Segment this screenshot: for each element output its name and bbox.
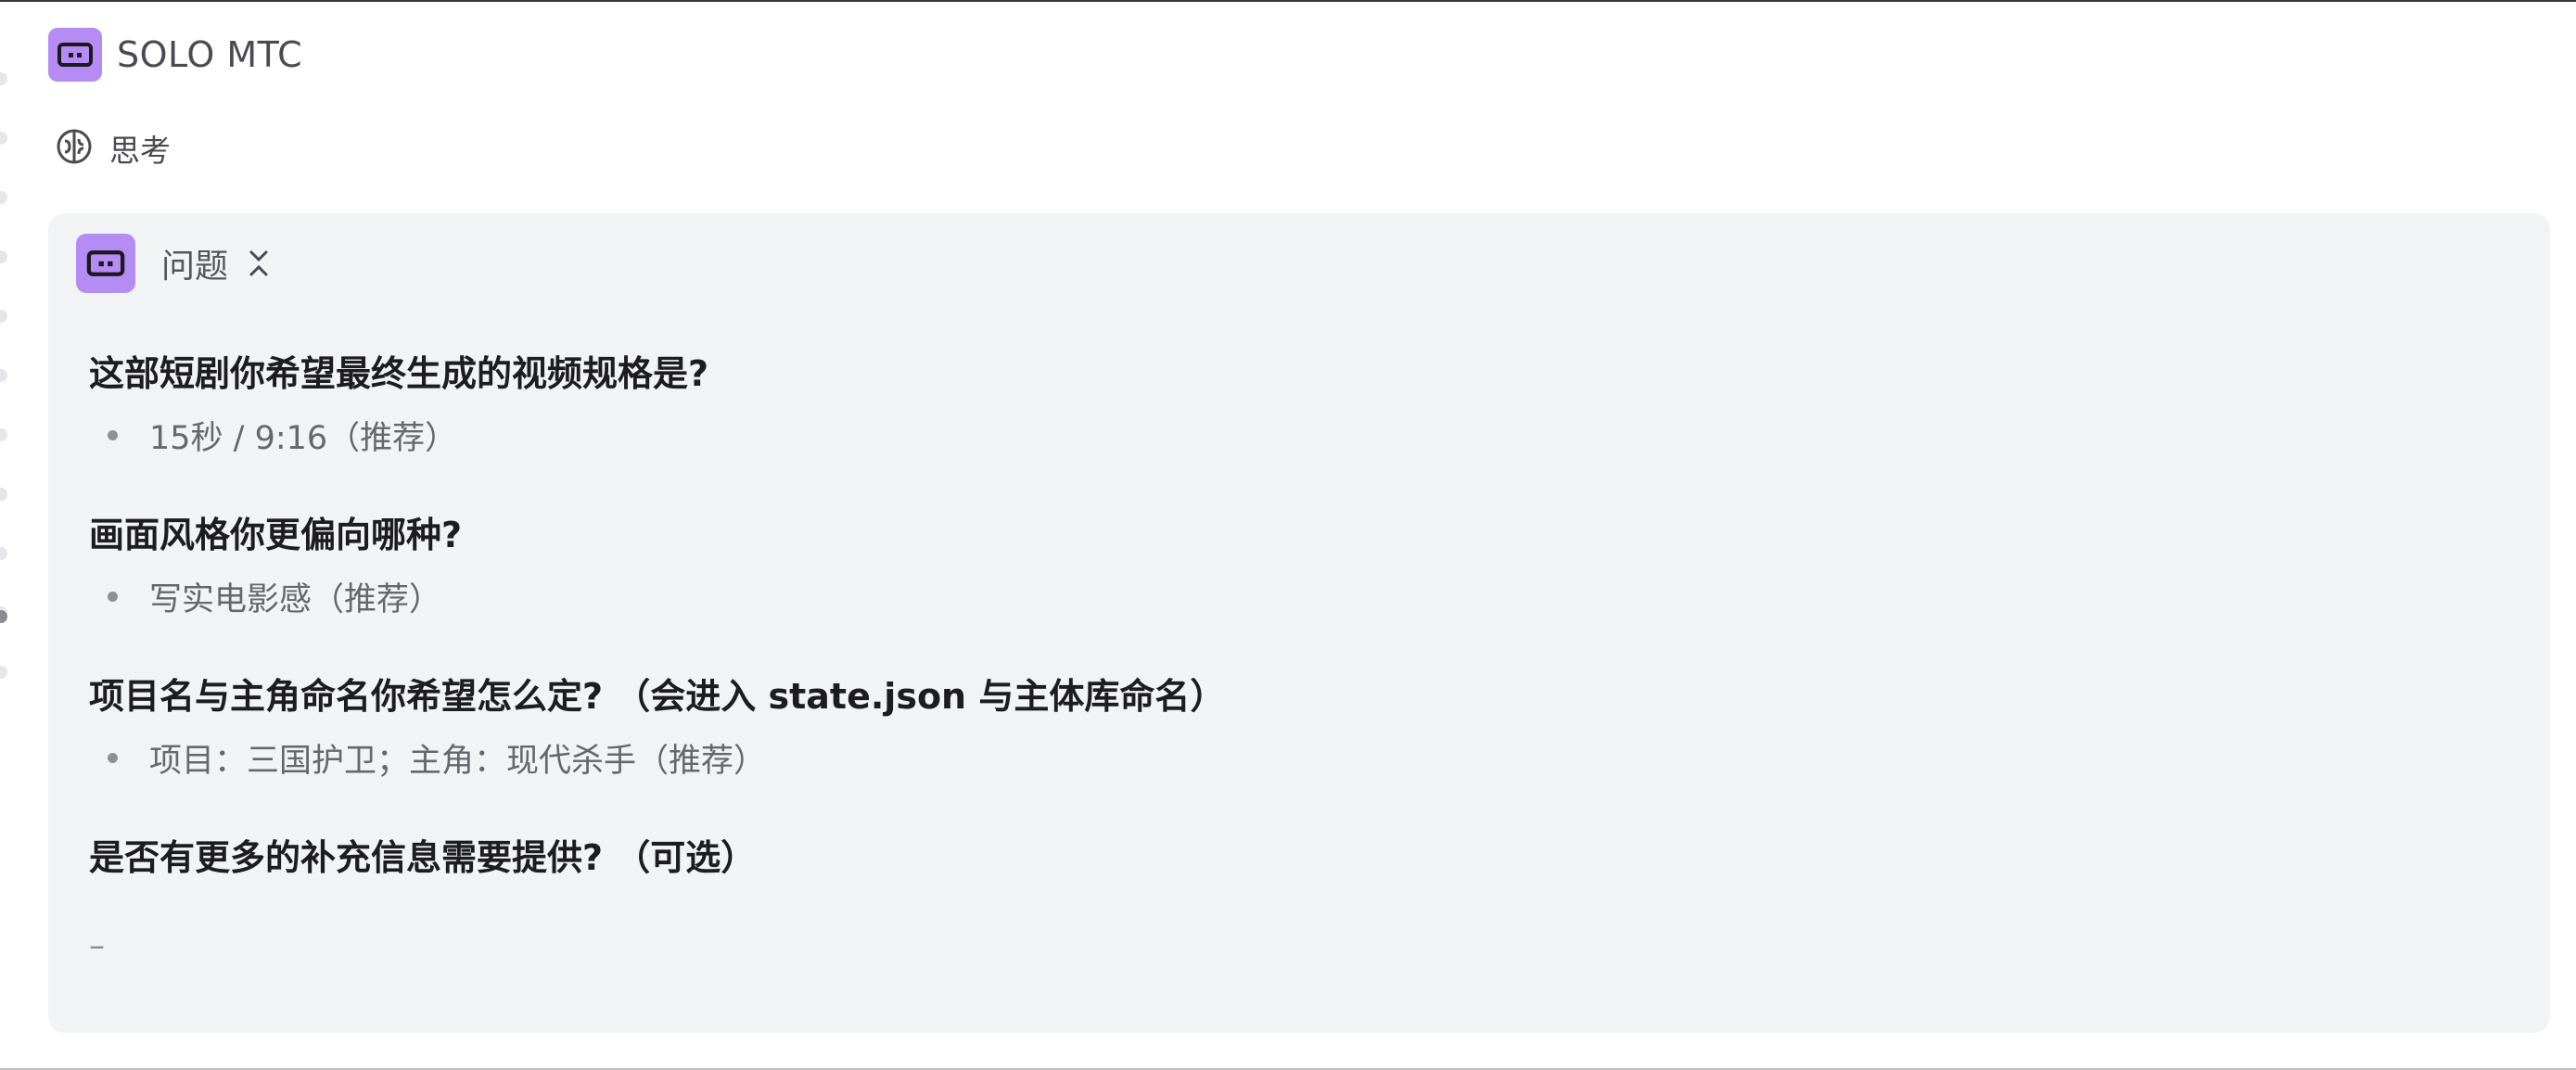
answer-option[interactable]: 15秒 / 9:16（推荐） <box>108 404 2500 465</box>
timeline-dot[interactable] <box>0 310 7 323</box>
timeline-dot-active[interactable] <box>0 610 7 623</box>
timeline-dot[interactable] <box>0 428 7 441</box>
timeline-dot[interactable] <box>0 132 7 145</box>
bullet-icon <box>108 591 118 602</box>
agent-header: SOLO MTC <box>48 28 302 82</box>
answer-option[interactable]: 项目：三国护卫；主角：现代杀手（推荐） <box>108 727 2500 788</box>
brain-icon <box>56 128 93 169</box>
timeline-dot[interactable] <box>0 191 7 204</box>
timeline-dot[interactable] <box>0 369 7 382</box>
answer-text: 项目：三国护卫；主角：现代杀手（推荐） <box>149 742 767 780</box>
empty-answer: – <box>89 927 105 964</box>
timeline-dot[interactable] <box>0 72 7 85</box>
agent-name: SOLO MTC <box>117 34 303 75</box>
question-text: 项目名与主角命名你希望怎么定? （会进入 state.json 与主体库命名） <box>89 676 1226 717</box>
question-text: 画面风格你更偏向哪种? <box>89 515 463 555</box>
bullet-icon <box>108 429 118 440</box>
question-text: 是否有更多的补充信息需要提供? （可选） <box>89 837 757 878</box>
thinking-toggle[interactable]: 思考 <box>56 128 171 169</box>
collapse-chevrons-icon[interactable] <box>245 245 273 282</box>
question-list: 这部短剧你希望最终生成的视频规格是? 15秒 / 9:16（推荐） 画面风格你更… <box>89 343 2500 964</box>
timeline-dot[interactable] <box>0 547 7 560</box>
robot-face-icon <box>76 234 135 293</box>
bullet-icon <box>108 752 118 763</box>
answer-text: 15秒 / 9:16（推荐） <box>149 419 458 457</box>
chat-window: SOLO MTC 思考 问题 这部短剧你希望最终生成的视频规格是? 15秒 / … <box>0 0 2576 1070</box>
timeline-dot[interactable] <box>0 488 7 501</box>
question-card-header: 问题 <box>76 234 273 293</box>
question-card: 问题 这部短剧你希望最终生成的视频规格是? 15秒 / 9:16（推荐） 画面风… <box>48 213 2550 1033</box>
question-text: 这部短剧你希望最终生成的视频规格是? <box>89 353 709 394</box>
question-card-title: 问题 <box>161 248 229 286</box>
timeline-dot[interactable] <box>0 666 7 679</box>
thinking-label: 思考 <box>109 133 171 169</box>
timeline-rail <box>0 57 11 707</box>
answer-text: 写实电影感（推荐） <box>149 580 442 618</box>
robot-face-icon <box>48 28 102 82</box>
timeline-dot[interactable] <box>0 250 7 263</box>
answer-option[interactable]: 写实电影感（推荐） <box>108 566 2500 627</box>
